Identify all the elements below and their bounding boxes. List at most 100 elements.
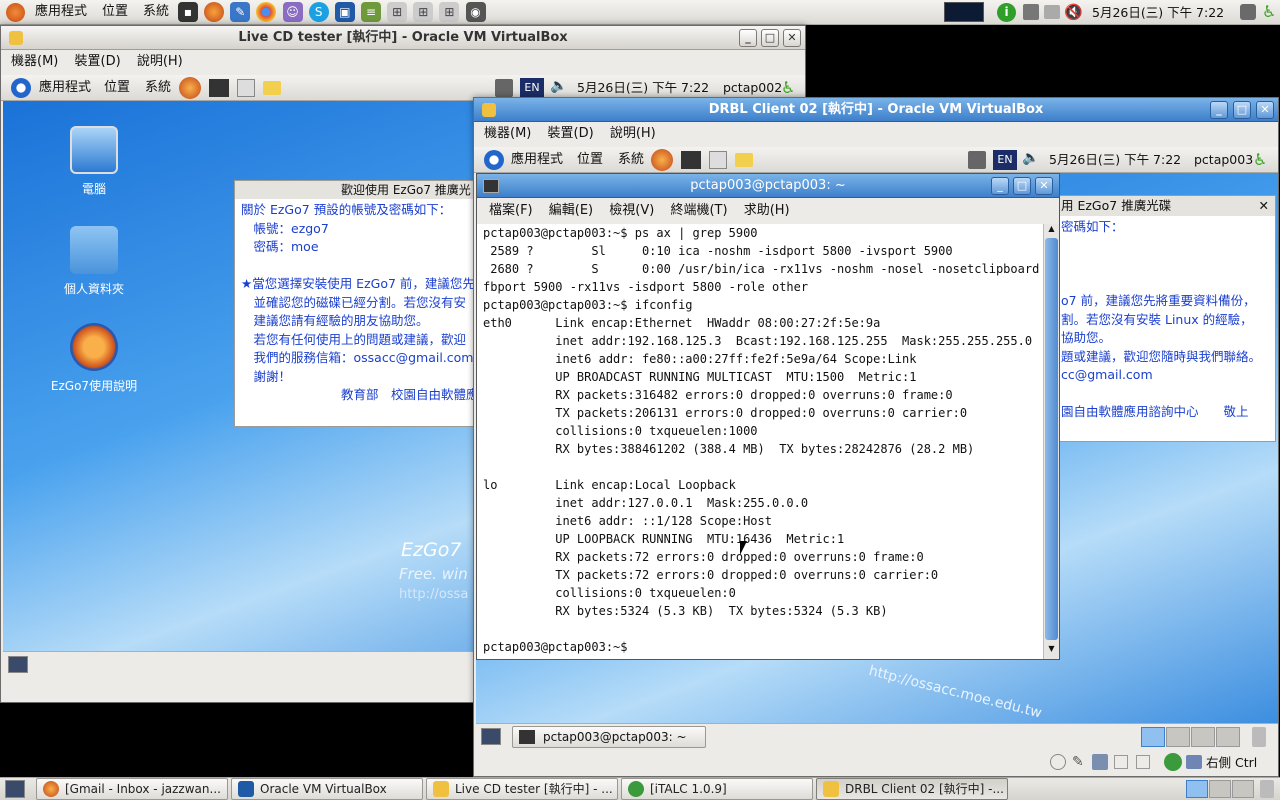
workspace-2[interactable]	[1209, 780, 1231, 798]
ezgo7-guide-desktop-icon[interactable]: EzGo7使用說明	[39, 323, 149, 394]
camera-launcher-icon[interactable]: ◉	[465, 2, 486, 22]
guest-menu-logo-icon[interactable]	[484, 150, 504, 170]
workspace-1[interactable]	[1141, 727, 1165, 747]
close-button[interactable]: ✕	[1256, 101, 1274, 119]
printer-icon[interactable]	[1044, 5, 1060, 19]
workspace-2[interactable]	[1166, 727, 1190, 747]
menu-help[interactable]: 說明(H)	[131, 54, 189, 69]
info-icon[interactable]: i	[997, 3, 1016, 22]
drbl-titlebar[interactable]: DRBL Client 02 [執行中] - Oracle VM Virtual…	[474, 98, 1278, 122]
menu-help[interactable]: 說明(H)	[604, 126, 662, 141]
folder-icon[interactable]	[735, 153, 753, 167]
hdd-status-icon[interactable]	[1050, 754, 1066, 770]
terminal-output[interactable]: pctap003@pctap003:~$ ps ax | grep 5900 2…	[477, 224, 1043, 659]
accessibility-icon[interactable]: ♿	[781, 78, 795, 97]
guest-taskbar-terminal[interactable]: pctap003@pctap003: ~	[512, 726, 706, 748]
guest-places-menu[interactable]: 位置	[570, 148, 610, 172]
minimize-button[interactable]: _	[739, 29, 757, 47]
workspace-3[interactable]	[1232, 780, 1254, 798]
scroll-down-button[interactable]: ▼	[1045, 644, 1058, 657]
system-monitor-icon[interactable]	[944, 2, 984, 22]
lang-indicator[interactable]: EN	[993, 150, 1017, 170]
edit-icon[interactable]	[709, 151, 727, 169]
accessibility-icon[interactable]: ♿	[1262, 2, 1276, 21]
terminal-icon[interactable]	[209, 79, 229, 97]
guest-user[interactable]: pctap003	[1194, 147, 1253, 173]
guest-applications-menu[interactable]: 應用程式	[32, 76, 98, 100]
skype-launcher-icon[interactable]: S	[308, 2, 329, 22]
guest-places-menu[interactable]: 位置	[97, 76, 137, 100]
chrome-launcher-icon[interactable]	[256, 2, 277, 22]
applications-menu[interactable]: 應用程式	[28, 0, 94, 24]
menu-view[interactable]: 檢視(V)	[603, 203, 660, 218]
terminal-scrollbar[interactable]: ▲ ▼	[1043, 224, 1059, 659]
user-icon[interactable]	[1240, 4, 1256, 20]
places-menu[interactable]: 位置	[95, 0, 135, 24]
shared-folder-icon[interactable]	[1114, 755, 1128, 769]
livecd-titlebar[interactable]: Live CD tester [執行中] - Oracle VM Virtual…	[1, 26, 805, 50]
virtualbox-launcher-icon[interactable]: ▣	[334, 2, 355, 22]
system-menu[interactable]: 系統	[136, 0, 176, 24]
lang-indicator[interactable]: EN	[520, 78, 544, 98]
maximize-button[interactable]: □	[1013, 177, 1031, 195]
ubuntu-logo-icon[interactable]	[6, 3, 25, 22]
network-icon[interactable]	[495, 79, 513, 97]
books-launcher-icon[interactable]: ≡	[360, 2, 381, 22]
show-desktop-icon[interactable]	[8, 656, 28, 673]
keyboard-status-icon[interactable]	[1186, 755, 1202, 769]
firefox-launcher-icon[interactable]	[204, 2, 225, 22]
workspace-4[interactable]	[1216, 727, 1240, 747]
menu-devices[interactable]: 裝置(D)	[542, 126, 600, 141]
close-button[interactable]: ✕	[1035, 177, 1053, 195]
taskbar-drbl[interactable]: DRBL Client 02 [執行中] -...	[816, 778, 1008, 800]
taskbar-virtualbox[interactable]: Oracle VM VirtualBox	[231, 778, 423, 800]
firefox-icon[interactable]	[651, 149, 673, 171]
scroll-up-button[interactable]: ▲	[1045, 224, 1058, 237]
maximize-button[interactable]: □	[1233, 101, 1251, 119]
guest-system-menu[interactable]: 系統	[611, 148, 651, 172]
minimize-button[interactable]: _	[1210, 101, 1228, 119]
menu-help[interactable]: 求助(H)	[738, 203, 796, 218]
display-status-icon[interactable]	[1136, 755, 1150, 769]
edit-icon[interactable]	[237, 79, 255, 97]
terminal-launcher-icon[interactable]: ▪	[178, 2, 198, 22]
taskbar-gmail[interactable]: [Gmail - Inbox - jazzwan...	[36, 778, 228, 800]
network2-launcher-icon[interactable]: ⊞	[413, 2, 434, 22]
close-icon[interactable]: ✕	[1259, 196, 1269, 216]
guest-menu-logo-icon[interactable]	[11, 78, 31, 98]
menu-devices[interactable]: 裝置(D)	[69, 54, 127, 69]
menu-machine[interactable]: 機器(M)	[5, 54, 64, 69]
network-status-icon[interactable]	[1092, 754, 1108, 770]
volume-icon[interactable]: 🔈	[1022, 150, 1039, 166]
menu-edit[interactable]: 編輯(E)	[543, 203, 599, 218]
show-desktop-icon[interactable]	[481, 728, 501, 745]
guest-clock[interactable]: 5月26日(三) 下午 7:22	[1049, 147, 1181, 173]
network3-launcher-icon[interactable]: ⊞	[439, 2, 460, 22]
terminal-titlebar[interactable]: pctap003@pctap003: ~ _ □ ✕	[477, 174, 1059, 198]
network-icon[interactable]	[968, 151, 986, 169]
trash-icon[interactable]	[1252, 727, 1266, 747]
menu-terminal[interactable]: 終端機(T)	[664, 203, 733, 218]
volume-icon[interactable]: 🔇	[1064, 3, 1083, 21]
pidgin-launcher-icon[interactable]: ☺	[282, 2, 303, 22]
network-status-icon[interactable]	[1023, 4, 1039, 20]
folder-icon[interactable]	[263, 81, 281, 95]
workspace-1[interactable]	[1186, 780, 1208, 798]
computer-desktop-icon[interactable]: 電腦	[39, 126, 149, 197]
guest-system-menu[interactable]: 系統	[138, 76, 178, 100]
menu-file[interactable]: 檔案(F)	[483, 203, 539, 218]
minimize-button[interactable]: _	[991, 177, 1009, 195]
terminal-icon[interactable]	[681, 151, 701, 169]
show-desktop-button[interactable]	[5, 780, 25, 798]
taskbar-livecd[interactable]: Live CD tester [執行中] - ...	[426, 778, 618, 800]
close-button[interactable]: ✕	[783, 29, 801, 47]
network-launcher-icon[interactable]: ⊞	[387, 2, 408, 22]
accessibility-icon[interactable]: ♿	[1253, 150, 1267, 169]
scroll-thumb[interactable]	[1045, 238, 1058, 640]
mouse-integration-icon[interactable]	[1164, 753, 1182, 771]
clock[interactable]: 5月26日(三) 下午 7:22	[1092, 0, 1224, 25]
taskbar-italc[interactable]: [iTALC 1.0.9]	[621, 778, 813, 800]
firefox-icon[interactable]	[179, 77, 201, 99]
pencil-launcher-icon[interactable]: ✎	[230, 2, 251, 22]
trash-icon[interactable]	[1260, 780, 1274, 798]
